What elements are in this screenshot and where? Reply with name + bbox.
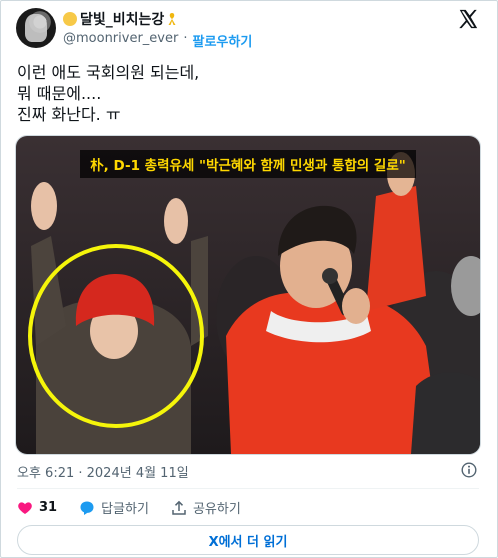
divider bbox=[17, 488, 479, 489]
like-button[interactable]: 31 bbox=[17, 500, 57, 516]
avatar[interactable] bbox=[16, 8, 56, 48]
image-caption-bar: 朴, D-1 총력유세 "박근혜와 함께 민생과 통합의 길로" bbox=[16, 150, 480, 178]
heart-icon bbox=[18, 501, 32, 514]
author-name-row[interactable]: 달빛_비치는강 bbox=[63, 9, 177, 29]
x-logo-icon[interactable] bbox=[457, 8, 479, 30]
tweet-image[interactable]: 朴, D-1 총력유세 "박근혜와 함께 민생과 통합의 길로" bbox=[15, 135, 481, 455]
moon-emoji-icon bbox=[63, 12, 77, 26]
tweet-card: 달빛_비치는강 @moonriver_ever · 팔로우하기 이런 애도 국회… bbox=[0, 0, 498, 558]
rally-photo bbox=[16, 136, 480, 454]
follow-button[interactable]: 팔로우하기 bbox=[192, 31, 252, 50]
reply-bubble-icon bbox=[80, 501, 94, 515]
like-count: 31 bbox=[39, 500, 58, 515]
image-caption: 朴, D-1 총력유세 "박근혜와 함께 민생과 통합의 길로" bbox=[80, 150, 416, 178]
author-display-name[interactable]: 달빛_비치는강 bbox=[80, 9, 164, 29]
reply-label: 답글하기 bbox=[101, 502, 149, 517]
dot-separator: · bbox=[183, 31, 188, 46]
yellow-ribbon-icon bbox=[168, 13, 176, 25]
read-more-button[interactable]: X에서 더 읽기 bbox=[17, 525, 479, 555]
tweet-text: 이런 애도 국회의원 되는데, 뭐 때문에.... 진짜 화난다. ㅠ bbox=[17, 63, 200, 124]
share-button[interactable]: 공유하기 bbox=[171, 498, 241, 517]
tweet-timestamp[interactable]: 오후 6:21 · 2024년 4월 11일 bbox=[17, 462, 189, 481]
handle-row: @moonriver_ever · 팔로우하기 bbox=[63, 31, 252, 50]
share-label: 공유하기 bbox=[192, 502, 241, 517]
action-bar: 31 답글하기 공유하기 bbox=[17, 498, 263, 517]
reply-button[interactable]: 답글하기 bbox=[79, 498, 149, 517]
share-icon bbox=[172, 500, 186, 515]
info-icon[interactable] bbox=[461, 462, 477, 478]
author-handle[interactable]: @moonriver_ever bbox=[63, 31, 178, 50]
